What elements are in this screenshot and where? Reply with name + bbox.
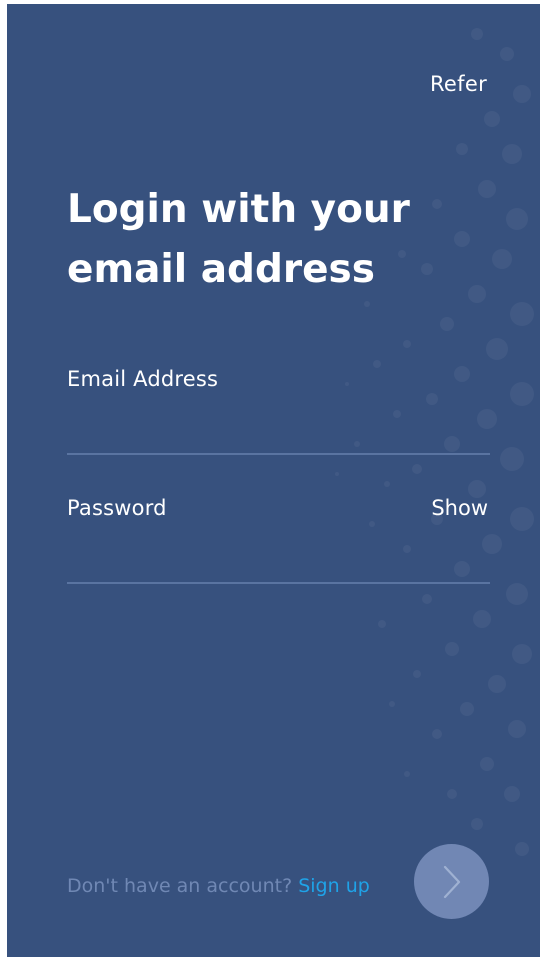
password-field[interactable] (67, 543, 407, 579)
page-title-line1: Login with your (67, 187, 410, 232)
login-screen: Refer Login with your email address Emai… (7, 4, 540, 957)
password-underline (67, 582, 490, 584)
sign-up-link[interactable]: Sign up (298, 875, 370, 897)
email-label: Email Address (67, 367, 219, 391)
signup-prompt: Don't have an account? Sign up (67, 875, 370, 897)
email-underline (67, 453, 490, 455)
chevron-right-icon (443, 865, 460, 898)
next-button[interactable] (414, 844, 489, 919)
page-title-line2: email address (67, 247, 375, 292)
refer-link[interactable]: Refer (430, 72, 487, 96)
background-dot-pattern (335, 28, 534, 856)
page-title: Login with your email address (67, 180, 487, 300)
signup-prompt-text: Don't have an account? (67, 875, 293, 897)
show-password-toggle[interactable]: Show (431, 496, 488, 520)
password-label: Password (67, 496, 167, 520)
email-field[interactable] (67, 414, 489, 450)
